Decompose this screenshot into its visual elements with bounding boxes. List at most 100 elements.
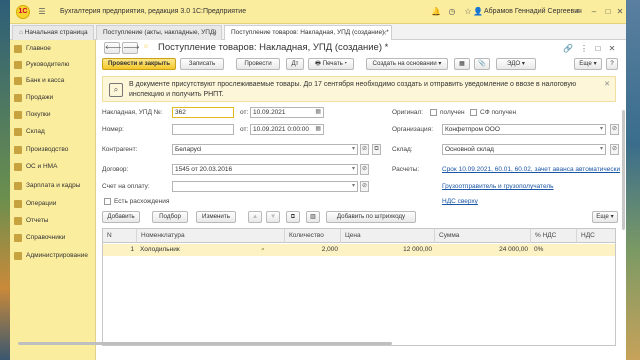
sidebar-item-production[interactable]: Производство (10, 143, 96, 157)
favorite-star-icon[interactable]: ☆ (140, 42, 152, 54)
invoice-field[interactable]: ▾ (172, 181, 358, 192)
sidebar-item-operations[interactable]: Операции (10, 197, 96, 211)
table-cell-sum[interactable]: 24 000,00 (435, 244, 531, 256)
sf-received-checkbox[interactable] (470, 109, 477, 116)
sidebar-item-warehouse[interactable]: Склад (10, 125, 96, 139)
attachment-icon[interactable]: 📎 (474, 58, 490, 70)
table-cell-vat[interactable] (577, 244, 615, 256)
sidebar-item-director[interactable]: Руководителю (10, 58, 96, 72)
close-tab-icon[interactable]: ✕ (212, 29, 217, 37)
vat-on-top-link[interactable]: НДС сверху (442, 198, 478, 205)
add-row-button[interactable]: Добавить (102, 211, 140, 223)
dt-kt-icon[interactable]: Дт (286, 58, 304, 70)
chevron-down-icon[interactable]: ▾ (600, 125, 603, 134)
tab-receipts-list[interactable]: Поступление (акты, накладные, УПД) ✕ (96, 25, 222, 40)
table-more-button[interactable]: Еще ▾ (592, 211, 618, 223)
settings-icon[interactable]: ≡ (572, 6, 584, 18)
table-cell-item[interactable]: Холодильник (137, 244, 241, 256)
user-icon[interactable]: 👤 (472, 6, 484, 18)
settlements-link[interactable]: Срок 10.09.2021, 60.01, 60.02, зачет ава… (442, 166, 620, 173)
open-link-icon[interactable]: ⊘ (610, 124, 619, 135)
history-icon[interactable]: ◷ (446, 6, 458, 18)
traceability-icon[interactable]: ⌕ (241, 244, 285, 256)
table-cell-qty[interactable]: 2,000 (285, 244, 341, 256)
bell-icon[interactable]: 🔔 (430, 6, 442, 18)
move-down-icon[interactable]: ▼ (266, 211, 280, 223)
sidebar-item-fixed-assets[interactable]: ОС и НМА (10, 160, 96, 174)
write-button[interactable]: Записать (180, 58, 224, 70)
edo-button[interactable]: ЭДО ▾ (496, 58, 536, 70)
date2-field[interactable]: 10.09.2021 0:00:00 ▦ (250, 124, 324, 135)
move-up-icon[interactable]: ▲ (248, 211, 262, 223)
column-header[interactable]: % НДС (531, 229, 577, 243)
close-form-icon[interactable]: ✕ (606, 43, 618, 55)
more-button[interactable]: Еще ▾ (574, 58, 602, 70)
chevron-down-icon[interactable]: ▾ (352, 145, 355, 154)
post-and-close-button[interactable]: Провести и закрыть (102, 58, 176, 70)
sidebar-item-bank[interactable]: Банк и касса (10, 74, 96, 88)
doc-date-field[interactable]: 10.09.2021 ▦ (250, 107, 324, 118)
sidebar-item-sales[interactable]: Продажи (10, 91, 96, 105)
table-cell-price[interactable]: 12 000,00 (341, 244, 435, 256)
discrepancy-checkbox[interactable] (104, 198, 111, 205)
link-icon[interactable]: 🔗 (562, 43, 574, 55)
received-checkbox[interactable] (430, 109, 437, 116)
sidebar-item-reports[interactable]: Отчеты (10, 214, 96, 228)
calendar-icon[interactable]: ▦ (315, 125, 321, 134)
open-link-icon[interactable]: ⊘ (360, 181, 369, 192)
sidebar-item-payroll[interactable]: Зарплата и кадры (10, 179, 96, 193)
warehouse-field[interactable]: Основной склад ▾ (442, 144, 606, 155)
contractor-field[interactable]: Беларусі ▾ (172, 144, 358, 155)
add-by-barcode-button[interactable]: Добавить по штрихкоду (326, 211, 416, 223)
forward-icon[interactable]: 🡒 (122, 42, 140, 54)
organization-field[interactable]: Конфетпром ООО ▾ (442, 124, 606, 135)
change-button[interactable]: Изменить (196, 211, 236, 223)
barcode-icon[interactable]: ▥ (306, 211, 320, 223)
contract-field[interactable]: 1545 от 20.03.2016 ▾ (172, 164, 358, 175)
open-link-icon[interactable]: ⊘ (610, 144, 619, 155)
column-header[interactable]: Цена (341, 229, 435, 243)
shipper-consignee-link[interactable]: Грузоотправитель и грузополучатель (442, 183, 554, 190)
close-tab-icon[interactable]: ✕ (382, 29, 387, 37)
post-button[interactable]: Провести (236, 58, 280, 70)
back-icon[interactable]: 🡐 (104, 42, 122, 54)
maximize-form-icon[interactable]: □ (592, 43, 604, 55)
print-button[interactable]: 🖶 Печать ▾ (308, 58, 354, 70)
close-notice-icon[interactable]: ✕ (604, 80, 610, 88)
horizontal-scrollbar[interactable] (18, 342, 392, 345)
user-name[interactable]: Абрамов Геннадий Сергеевич (484, 8, 582, 15)
column-header[interactable]: НДС (577, 229, 615, 243)
open-link-icon[interactable]: ⊘ (360, 164, 369, 175)
maximize-icon[interactable]: □ (602, 6, 614, 18)
open-link-icon[interactable]: ⊘ (360, 144, 369, 155)
column-header[interactable]: N (103, 229, 137, 243)
doc-number-field[interactable]: 362 (172, 107, 234, 118)
calendar-icon[interactable]: ▦ (315, 108, 321, 117)
chevron-down-icon[interactable]: ▾ (600, 145, 603, 154)
pick-button[interactable]: Подбор (152, 211, 188, 223)
number-field[interactable] (172, 124, 234, 135)
sidebar-item-main[interactable]: Главное (10, 42, 96, 56)
table-cell-vat-rate[interactable]: 0% (531, 244, 577, 256)
menu-icon[interactable]: ☰ (36, 6, 48, 18)
tab-receipt-doc[interactable]: Поступление товаров: Накладная, УПД (соз… (224, 25, 392, 40)
more-dots-icon[interactable]: ⋮ (578, 43, 590, 55)
qr-icon[interactable]: ▦ (454, 58, 470, 70)
vertical-scrollbar[interactable] (622, 110, 625, 230)
close-window-icon[interactable]: ✕ (614, 6, 626, 18)
table-cell-n[interactable]: 1 (103, 244, 137, 256)
sidebar-item-admin[interactable]: Администрирование (10, 249, 96, 263)
copy-icon[interactable]: ⧉ (372, 144, 381, 155)
create-based-on-button[interactable]: Создать на основании ▾ (366, 58, 448, 70)
tab-home[interactable]: ⌂ Начальная страница (12, 25, 94, 40)
column-header[interactable]: Сумма (435, 229, 531, 243)
chevron-down-icon[interactable]: ▾ (352, 165, 355, 174)
column-header[interactable]: Номенклатура (137, 229, 285, 243)
column-header[interactable]: Количество (285, 229, 341, 243)
sidebar-item-catalogs[interactable]: Справочники (10, 231, 96, 245)
help-button[interactable]: ? (606, 58, 618, 70)
minimize-icon[interactable]: – (588, 6, 600, 18)
copy-row-icon[interactable]: ⧉ (286, 211, 300, 223)
sidebar-item-purchases[interactable]: Покупки (10, 108, 96, 122)
chevron-down-icon[interactable]: ▾ (352, 182, 355, 191)
